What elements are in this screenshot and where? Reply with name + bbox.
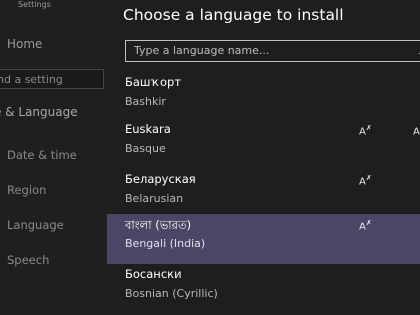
language-row[interactable]: Босански Bosnian (Cyrillic): [107, 264, 420, 314]
language-english-name: Basque: [125, 142, 166, 155]
settings-search-placeholder: nd a setting: [0, 73, 63, 86]
language-native-name: Беларуская: [125, 172, 196, 186]
language-english-name: Bosnian (Cyrillic): [125, 287, 218, 300]
settings-title: Settings: [18, 0, 51, 9]
language-row[interactable]: বাংলা (ভারত) Bengali (India) A✗: [107, 214, 420, 264]
handwriting-icon: A✗: [359, 219, 372, 233]
language-english-name: Belarusian: [125, 192, 184, 205]
language-row[interactable]: Башҡорт Bashkir: [107, 72, 420, 122]
sidebar-item-speech[interactable]: Speech: [7, 253, 49, 267]
language-row[interactable]: Беларуская Belarusian A✗: [107, 169, 420, 219]
handwriting-icon: A✗: [359, 124, 372, 138]
settings-search-input[interactable]: nd a setting: [0, 69, 104, 89]
sidebar-item-home[interactable]: Home: [7, 37, 42, 51]
language-native-name: Euskara: [125, 122, 171, 136]
sidebar-item-language[interactable]: Language: [7, 218, 64, 232]
handwriting-icon: A✗: [413, 124, 420, 138]
settings-sidebar: Settings Home nd a setting e & Language …: [0, 0, 107, 315]
language-english-name: Bashkir: [125, 95, 166, 108]
language-search-placeholder: Type a language name...: [134, 44, 270, 57]
language-english-name: Bengali (India): [125, 237, 206, 250]
sidebar-section-time-language[interactable]: e & Language: [0, 105, 78, 119]
language-search-input[interactable]: Type a language name... ⌕: [125, 40, 420, 62]
language-row[interactable]: Euskara Basque A✗ A✗: [107, 119, 420, 169]
language-native-name: Башҡорт: [125, 75, 182, 89]
page-title: Choose a language to install: [123, 6, 344, 24]
sidebar-item-region[interactable]: Region: [7, 183, 46, 197]
language-picker-panel: Choose a language to install Type a lang…: [107, 0, 420, 315]
handwriting-icon: A✗: [359, 174, 372, 188]
language-native-name: Босански: [125, 267, 182, 281]
sidebar-item-date-time[interactable]: Date & time: [7, 148, 77, 162]
language-native-name: বাংলা (ভারত): [125, 218, 192, 232]
